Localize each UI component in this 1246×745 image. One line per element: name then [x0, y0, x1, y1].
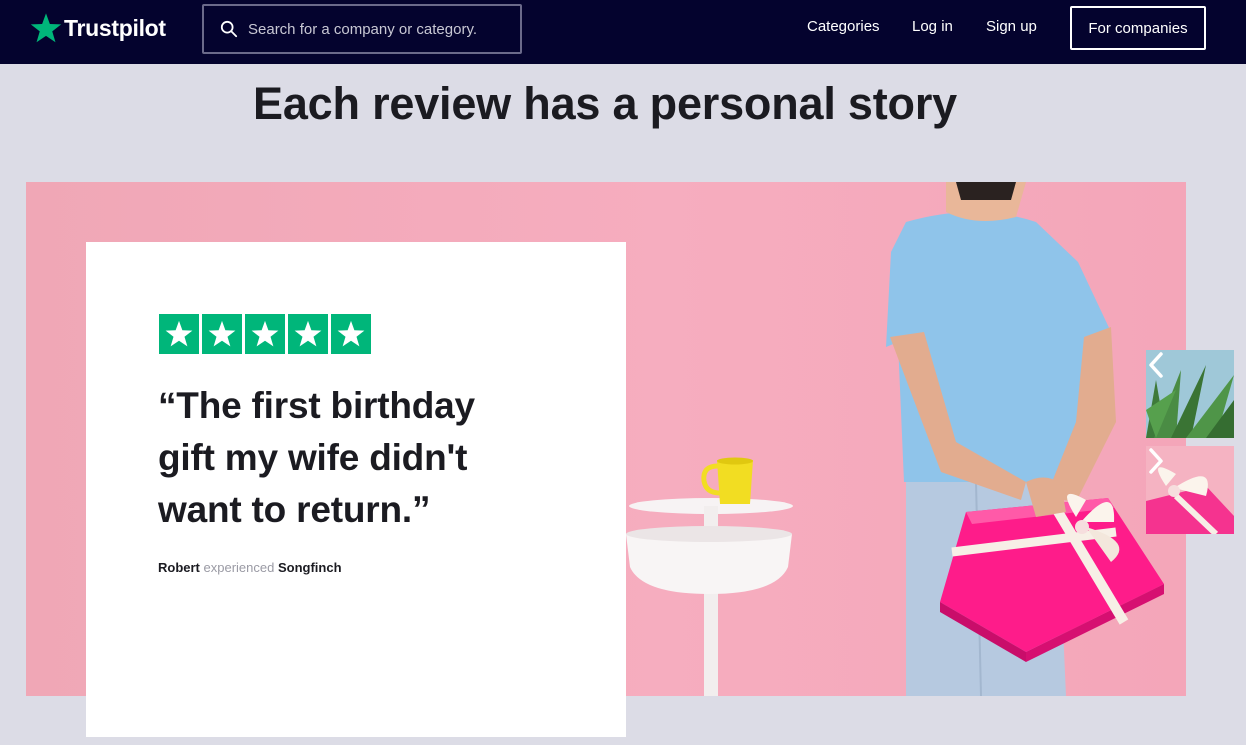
quote-line: gift my wife didn't [158, 437, 468, 478]
review-card: “The first birthday gift my wife didn't … [86, 242, 626, 737]
trustpilot-logo[interactable]: Trustpilot [30, 10, 166, 46]
nav-login-link[interactable]: Log in [912, 18, 953, 35]
star-icon [165, 320, 193, 347]
carousel-prev-thumbnail[interactable] [1146, 350, 1234, 438]
quote-line: “The first birthday [158, 385, 475, 426]
carousel-next-thumbnail[interactable] [1146, 446, 1234, 534]
review-quote: “The first birthday gift my wife didn't … [158, 380, 538, 536]
for-companies-button[interactable]: For companies [1070, 6, 1206, 50]
top-navigation: Trustpilot Categories Log in Sign up For… [0, 0, 1246, 64]
rating-star-4 [288, 314, 328, 354]
rating-star-2 [202, 314, 242, 354]
review-byline: Robert experienced Songfinch [158, 560, 342, 575]
nav-signup-link[interactable]: Sign up [986, 18, 1037, 35]
star-icon [251, 320, 279, 347]
search-box[interactable] [202, 4, 522, 54]
star-icon [208, 320, 236, 347]
chevron-right-icon [1149, 448, 1163, 474]
search-icon [220, 20, 238, 38]
search-input[interactable] [248, 20, 508, 38]
chevron-left-icon [1149, 352, 1163, 378]
rating-star-3 [245, 314, 285, 354]
star-icon [337, 320, 365, 347]
experienced-text: experienced [203, 560, 275, 575]
rating-star-1 [159, 314, 199, 354]
star-rating [159, 314, 371, 354]
company-name: Songfinch [277, 560, 342, 575]
page-title: Each review has a personal story [253, 78, 957, 129]
reviewer-name: Robert [158, 560, 200, 575]
star-icon [30, 13, 62, 43]
quote-line: want to return.” [158, 489, 431, 530]
logo-text: Trustpilot [64, 14, 166, 41]
rating-star-5 [331, 314, 371, 354]
nav-categories-link[interactable]: Categories [807, 18, 880, 35]
star-icon [294, 320, 322, 347]
